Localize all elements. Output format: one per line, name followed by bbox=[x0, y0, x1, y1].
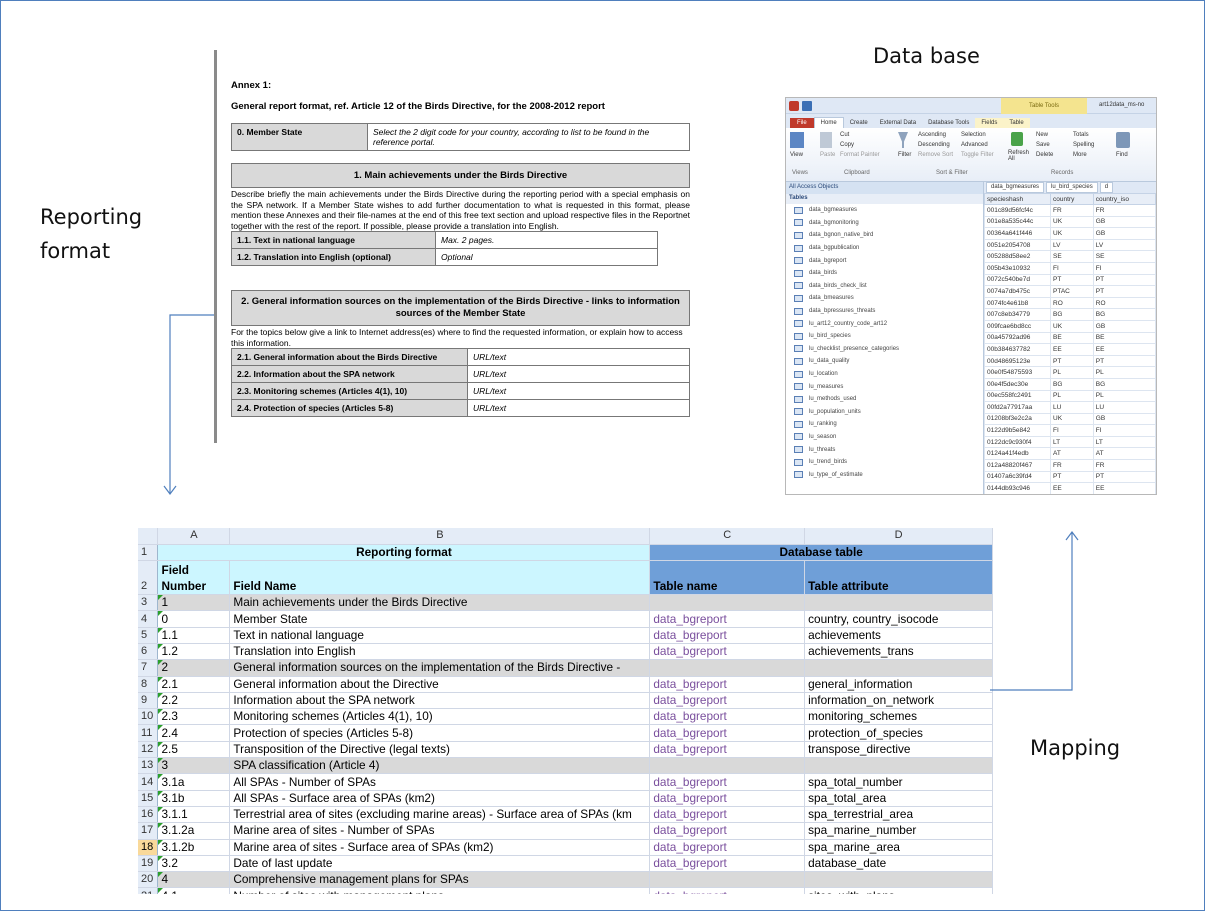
reporting-arrow-line bbox=[169, 314, 214, 494]
connector-arrows bbox=[163, 314, 1079, 691]
database-arrow-line bbox=[990, 532, 1073, 691]
